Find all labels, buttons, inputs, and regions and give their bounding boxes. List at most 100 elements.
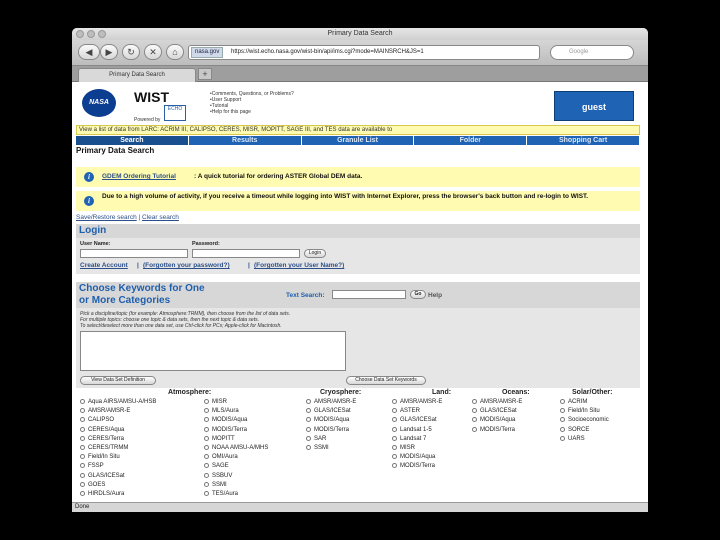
category-option[interactable]: Field/In Situ <box>80 454 120 460</box>
search-box[interactable]: Google <box>550 45 634 60</box>
category-option[interactable]: MODIS/Terra <box>306 426 349 433</box>
category-option[interactable]: MISR <box>204 399 227 405</box>
radio-icon[interactable] <box>306 426 311 432</box>
category-option[interactable]: GLAS/ICESat <box>472 408 517 414</box>
radio-icon[interactable] <box>80 399 85 404</box>
category-option[interactable]: ASTER <box>392 408 420 414</box>
radio-icon[interactable] <box>306 417 311 423</box>
radio-icon[interactable] <box>472 417 477 423</box>
choose-keywords-button[interactable]: Choose Data Set Keywords <box>346 376 426 385</box>
radio-icon[interactable] <box>80 417 85 423</box>
text-search-input[interactable] <box>332 290 406 299</box>
save-restore-link[interactable]: Save/Restore search <box>76 214 137 221</box>
category-option[interactable]: SAGE <box>204 463 229 469</box>
category-option[interactable]: GOES <box>80 481 105 488</box>
category-option[interactable]: MLS/Aura <box>204 408 239 414</box>
category-option[interactable]: AMSR/AMSR-E <box>472 399 522 405</box>
help-link[interactable]: Help <box>428 290 442 302</box>
category-option[interactable]: MODIS/Aqua <box>392 454 435 460</box>
radio-icon[interactable] <box>306 445 311 450</box>
radio-icon[interactable] <box>306 435 311 441</box>
category-option[interactable]: CERES/Terra <box>80 435 124 442</box>
category-option[interactable]: MODIS/Terra <box>204 426 247 433</box>
radio-icon[interactable] <box>560 426 565 432</box>
radio-icon[interactable] <box>392 463 397 469</box>
category-option[interactable]: Aqua AIRS/AMSU-A/HSB <box>80 399 156 405</box>
radio-icon[interactable] <box>560 435 565 441</box>
dataset-list[interactable] <box>80 331 346 371</box>
gdem-tutorial-link[interactable]: GDEM Ordering Tutorial <box>102 173 176 180</box>
close-window-icon[interactable] <box>76 30 84 38</box>
category-option[interactable]: OMI/Aura <box>204 454 238 460</box>
radio-icon[interactable] <box>392 426 397 432</box>
radio-icon[interactable] <box>560 417 565 423</box>
username-input[interactable] <box>80 249 188 258</box>
radio-icon[interactable] <box>80 454 85 460</box>
radio-icon[interactable] <box>560 408 565 414</box>
category-option[interactable]: NOAA AMSU-A/MHS <box>204 445 268 451</box>
category-option[interactable]: MODIS/Terra <box>392 463 435 469</box>
category-option[interactable]: MOPITT <box>204 435 235 442</box>
create-account-link[interactable]: Create Account <box>80 262 128 269</box>
category-option[interactable]: MISR <box>392 445 415 451</box>
zoom-window-icon[interactable] <box>98 30 106 38</box>
category-option[interactable]: TES/Aura <box>204 491 238 497</box>
radio-icon[interactable] <box>80 491 85 496</box>
radio-icon[interactable] <box>80 426 85 432</box>
back-button[interactable]: ◀ <box>78 44 100 60</box>
minimize-window-icon[interactable] <box>87 30 95 38</box>
login-button[interactable]: Login <box>304 249 326 258</box>
tab-folder[interactable]: Folder <box>414 136 528 145</box>
category-option[interactable]: MODIS/Terra <box>472 426 515 433</box>
radio-icon[interactable] <box>204 408 209 414</box>
home-button[interactable]: ⌂ <box>166 44 184 60</box>
radio-icon[interactable] <box>306 399 311 404</box>
category-option[interactable]: CALIPSO <box>80 417 114 423</box>
reload-button[interactable]: ↻ <box>122 44 140 60</box>
radio-icon[interactable] <box>204 399 209 404</box>
radio-icon[interactable] <box>204 426 209 432</box>
radio-icon[interactable] <box>80 463 85 469</box>
radio-icon[interactable] <box>560 399 565 404</box>
radio-icon[interactable] <box>80 445 85 450</box>
category-option[interactable]: Landsat 1-5 <box>392 426 432 433</box>
header-link-help[interactable]: •Help for this page <box>210 109 251 115</box>
category-option[interactable]: GLAS/ICESat <box>80 472 125 479</box>
radio-icon[interactable] <box>204 491 209 496</box>
radio-icon[interactable] <box>204 472 209 478</box>
tab-search[interactable]: Search <box>76 136 189 145</box>
radio-icon[interactable] <box>392 417 397 423</box>
radio-icon[interactable] <box>392 399 397 404</box>
radio-icon[interactable] <box>80 481 85 487</box>
radio-icon[interactable] <box>204 454 209 460</box>
radio-icon[interactable] <box>80 408 85 414</box>
radio-icon[interactable] <box>392 408 397 414</box>
radio-icon[interactable] <box>204 445 209 450</box>
category-option[interactable]: HIRDLS/Aura <box>80 491 124 497</box>
address-bar[interactable]: nasa.gov https://wist.echo.nasa.gov/wist… <box>188 45 540 60</box>
radio-icon[interactable] <box>80 435 85 441</box>
radio-icon[interactable] <box>80 472 85 478</box>
radio-icon[interactable] <box>306 408 311 414</box>
category-option[interactable]: Landsat 7 <box>392 435 426 442</box>
category-option[interactable]: SAR <box>306 435 326 442</box>
radio-icon[interactable] <box>392 435 397 441</box>
category-option[interactable]: CERES/TRMM <box>80 445 128 451</box>
view-definition-button[interactable]: View Data Set Definition <box>80 376 156 385</box>
radio-icon[interactable] <box>204 481 209 487</box>
category-option[interactable]: ACRIM <box>560 399 587 405</box>
nasa-logo[interactable]: NASA <box>82 89 116 117</box>
site-identity-badge[interactable]: nasa.gov <box>191 47 224 58</box>
category-option[interactable]: SORCE <box>560 426 589 433</box>
tab-results[interactable]: Results <box>189 136 302 145</box>
forward-button[interactable]: ▶ <box>100 44 118 60</box>
radio-icon[interactable] <box>392 454 397 460</box>
category-option[interactable]: SSMI <box>204 481 227 488</box>
radio-icon[interactable] <box>392 445 397 450</box>
category-option[interactable]: SSBUV <box>204 472 232 479</box>
category-option[interactable]: AMSR/AMSR-E <box>392 399 442 405</box>
radio-icon[interactable] <box>472 399 477 404</box>
clear-search-link[interactable]: Clear search <box>142 214 179 221</box>
category-option[interactable]: SSMI <box>306 445 329 451</box>
radio-icon[interactable] <box>472 426 477 432</box>
